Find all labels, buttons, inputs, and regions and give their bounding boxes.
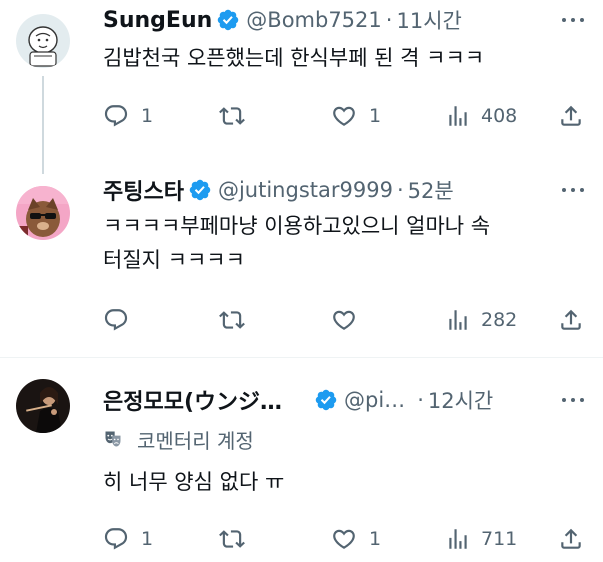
reply-icon — [104, 105, 128, 127]
tweet-header: 은정모모(ウンジ… @pi… · 12시간 — [103, 385, 493, 415]
reply-button[interactable]: 1 — [103, 524, 153, 554]
separator-dot: · — [417, 388, 424, 412]
action-bar: 282 — [0, 305, 603, 335]
community-label[interactable]: 코멘터리 계정 — [103, 424, 254, 454]
tweet-text: 김밥천국 오픈했는데 한식부페 된 격 ㅋㅋㅋ — [103, 41, 593, 75]
share-icon — [561, 528, 581, 549]
display-name[interactable]: 주팅스타 — [103, 174, 184, 206]
tweet-header: 주팅스타 @jutingstar9999 · 52분 — [103, 175, 454, 205]
tweet-text: ㅋㅋㅋㅋ부페마냥 이용하고있으니 얼마나 속 터질지 ㅋㅋㅋㅋ — [103, 209, 593, 277]
verified-badge-icon — [315, 389, 337, 411]
retweet-button[interactable] — [219, 305, 245, 335]
retweet-icon — [219, 530, 245, 548]
tweet-header: SungEun @Bomb7521 · 11시간 — [103, 5, 462, 35]
like-button[interactable]: 1 — [331, 101, 381, 131]
more-dots-icon[interactable] — [556, 385, 590, 415]
tweet-text-line: ㅋㅋㅋㅋ부페마냥 이용하고있으니 얼마나 속 — [103, 214, 491, 238]
verified-badge-icon — [189, 179, 211, 201]
verified-badge-icon — [218, 9, 239, 31]
timestamp[interactable]: 52분 — [408, 175, 454, 205]
share-button[interactable] — [558, 305, 584, 335]
retweet-button[interactable] — [219, 101, 245, 131]
like-button[interactable] — [331, 305, 369, 335]
view-count: 711 — [481, 528, 518, 550]
avatar-sungeun[interactable] — [16, 14, 70, 68]
views-chart-icon — [449, 106, 467, 126]
reply-icon — [104, 528, 128, 550]
reply-icon — [104, 309, 128, 331]
display-name[interactable]: SungEun — [103, 8, 212, 33]
more-dots-icon[interactable] — [556, 5, 590, 35]
user-handle[interactable]: @Bomb7521 — [246, 8, 382, 32]
reply-count: 1 — [141, 105, 154, 127]
tweet-1[interactable]: SungEun @Bomb7521 · 11시간 김밥천국 오픈했는데 한식부페… — [0, 0, 603, 175]
reply-count: 1 — [141, 528, 154, 550]
retweet-icon — [219, 311, 245, 329]
share-button[interactable] — [558, 101, 584, 131]
theater-masks-icon — [105, 431, 121, 447]
action-bar: 1 1 408 — [0, 101, 603, 131]
reply-button[interactable] — [103, 305, 141, 335]
share-button[interactable] — [558, 524, 584, 554]
more-dots-icon[interactable] — [556, 175, 590, 205]
tweet-2[interactable]: 주팅스타 @jutingstar9999 · 52분 ㅋㅋㅋㅋ부페마냥 이용하고… — [0, 175, 603, 355]
user-handle[interactable]: @jutingstar9999 — [218, 178, 393, 202]
views-chart-icon — [449, 310, 467, 330]
timestamp[interactable]: 11시간 — [396, 5, 461, 35]
share-icon — [561, 309, 581, 330]
heart-icon — [333, 106, 355, 126]
retweet-button[interactable] — [219, 524, 245, 554]
views-button[interactable]: 711 — [445, 524, 517, 554]
reply-button[interactable]: 1 — [103, 101, 153, 131]
like-count: 1 — [369, 528, 382, 550]
views-chart-icon — [449, 529, 467, 549]
tweet-text-line: 터질지 ㅋㅋㅋㅋ — [103, 248, 245, 272]
action-bar: 1 1 711 — [0, 524, 603, 554]
community-label-text: 코멘터리 계정 — [137, 428, 254, 453]
tweet-text-line: 히 너무 양심 없다 ㅠ — [103, 470, 285, 494]
tweet-text-line: 김밥천국 오픈했는데 한식부페 된 격 ㅋㅋㅋ — [103, 46, 485, 70]
display-name[interactable]: 은정모모(ウンジ… — [103, 384, 282, 416]
view-count: 282 — [481, 309, 518, 331]
avatar-jutingstar[interactable] — [16, 186, 70, 240]
views-button[interactable]: 408 — [445, 101, 517, 131]
heart-icon — [333, 529, 355, 549]
views-button[interactable]: 282 — [445, 305, 517, 335]
separator-dot: · — [385, 8, 393, 32]
tweet-3[interactable]: 은정모모(ウンジ… @pi… · 12시간 코멘터리 계정 히 너무 양심 없다… — [0, 358, 603, 562]
view-count: 408 — [481, 105, 518, 127]
tweet-text: 히 너무 양심 없다 ㅠ — [103, 465, 593, 499]
retweet-icon — [219, 107, 245, 125]
avatar-eunjeongmomo[interactable] — [16, 379, 70, 433]
user-handle[interactable]: @pi… — [344, 388, 405, 412]
like-count: 1 — [369, 105, 382, 127]
like-button[interactable]: 1 — [331, 524, 381, 554]
heart-icon — [333, 310, 355, 330]
separator-dot: · — [396, 178, 404, 202]
share-icon — [561, 105, 581, 126]
timestamp[interactable]: 12시간 — [428, 385, 493, 415]
